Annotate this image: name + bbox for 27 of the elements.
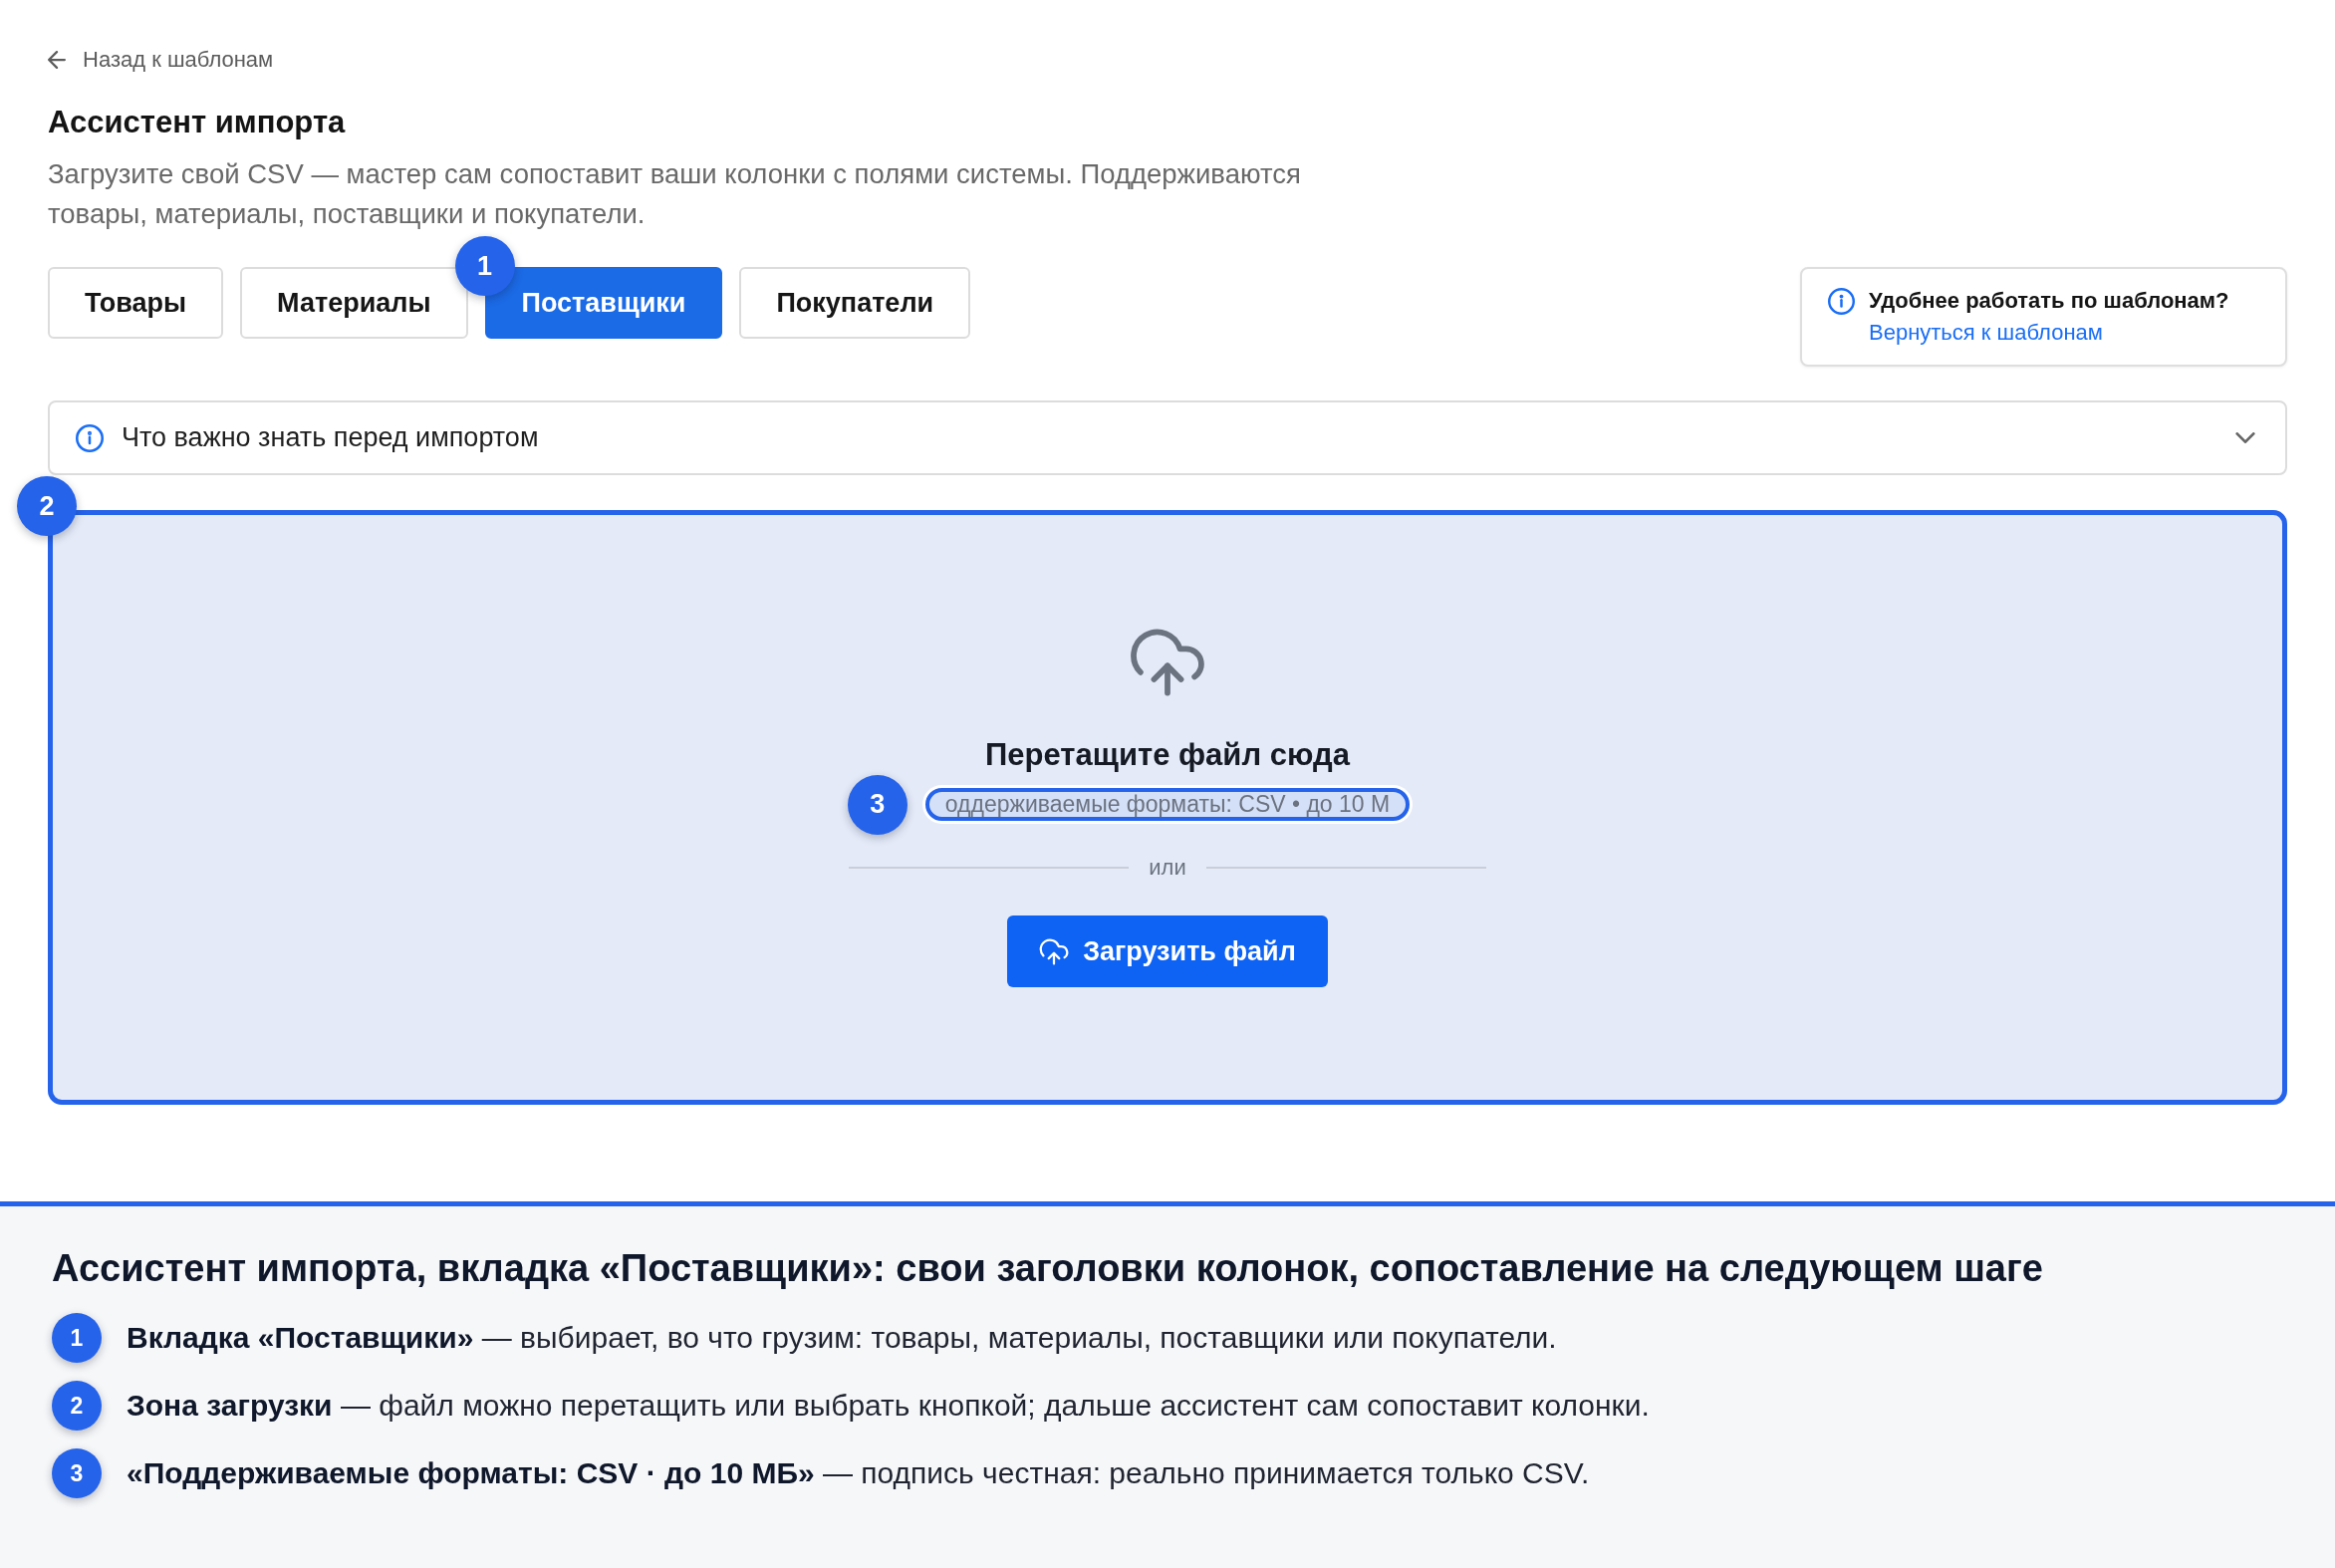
caption-title: Ассистент импорта, вкладка «Поставщики»: свои заголовки колонок, сопоставление на следующем шаге [52,1246,2043,1291]
templates-link[interactable]: Вернуться к шаблонам [1869,317,2103,349]
step-marker: 3 [847,774,908,835]
info-icon [76,423,104,452]
back-link[interactable]: Назад к шаблонам [48,45,274,75]
tab[interactable]: Покупатели [739,267,971,339]
drop-title: Перетащите файл сюда [985,736,1350,774]
caption-text: Зона загрузки — файл можно перетащить или выбрать кнопкой; дальше ассистент сам сопоставит колонки. [127,1388,1650,1424]
hint-title: Удобнее работать по шаблонам? [1869,287,2229,315]
caption-text: Вкладка «Поставщики» — выбирает, во что грузим: товары, материалы, поставщики или покупатели. [127,1320,1557,1356]
step-marker: 2 [17,476,77,536]
notice-accordion[interactable]: Что важно знать перед импортом [48,400,2287,475]
page-title: Ассистент импорта [48,104,346,141]
arrow-left-icon [48,51,66,69]
step-marker: 1 [52,1313,102,1363]
step-marker: 1 [454,236,515,296]
tab[interactable]: Материалы [240,267,468,339]
page-description: Загрузите свой CSV — мастер сам сопоставит ваши колонки с полями системы. Поддерживаются товары, материалы, поставщики и покупатели. [48,157,1302,231]
cloud-upload-icon [1130,628,1205,697]
info-icon [1828,288,1855,315]
upload-button[interactable]: Загрузить файл [1007,915,1328,987]
step-marker: 3 [52,1448,102,1498]
tab[interactable]: Товары [48,267,224,339]
separator-label: или [1149,854,1186,882]
step-marker: 2 [52,1381,102,1431]
cloud-upload-icon [1039,937,1070,965]
caption-text: «Поддерживаемые форматы: CSV · до 10 МБ» — подпись честная: реально принимается только CSV. [127,1455,1590,1491]
